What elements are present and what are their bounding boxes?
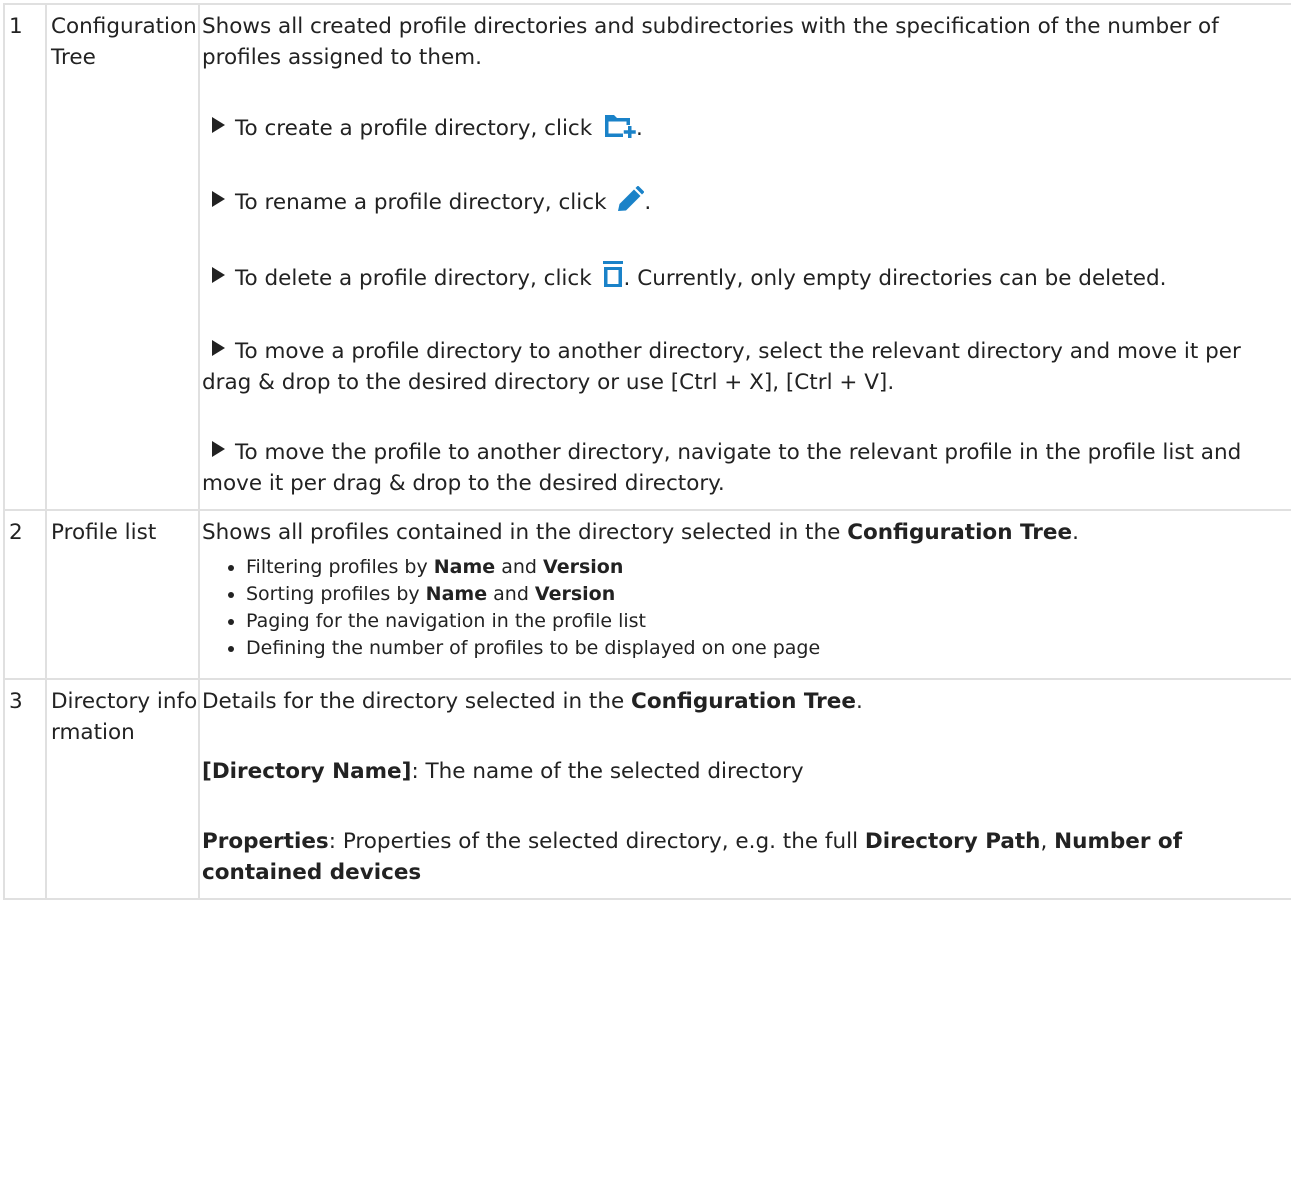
table-row: 1 Configuration Tree Shows all created p…: [3, 3, 1291, 511]
step-delete-directory: To delete a profile directory, click . C…: [202, 260, 1287, 297]
play-arrow-icon: [212, 441, 225, 457]
step-create-directory: To create a profile directory, click .: [202, 112, 1287, 147]
folder-add-icon: [602, 112, 636, 147]
play-arrow-icon: [212, 340, 225, 356]
ui-elements-table: 1 Configuration Tree Shows all created p…: [3, 3, 1291, 900]
play-arrow-icon: [212, 117, 225, 133]
description-text: Details for the directory selected in th…: [202, 689, 863, 714]
table-row: 3 Directory information Details for the …: [3, 678, 1291, 900]
table-row: 2 Profile list Shows all profiles contai…: [3, 509, 1291, 680]
field-directory-name: [Directory Name]: The name of the select…: [202, 759, 804, 784]
area-description: Shows all profiles contained in the dire…: [198, 509, 1291, 680]
list-item: Paging for the navigation in the profile…: [246, 608, 1287, 635]
step-move-directory: To move a profile directory to another d…: [202, 339, 1241, 395]
step-rename-directory: To rename a profile directory, click .: [202, 185, 1287, 221]
row-number: 3: [3, 678, 47, 900]
trash-icon: [602, 260, 624, 297]
description-text: Shows all created profile directories an…: [202, 14, 1219, 70]
pencil-icon: [616, 185, 645, 221]
list-item: Defining the number of profiles to be di…: [246, 635, 1287, 662]
row-number: 2: [3, 509, 47, 680]
area-description: Shows all created profile directories an…: [198, 3, 1291, 511]
step-move-profile: To move the profile to another directory…: [202, 440, 1242, 496]
description-text: Shows all profiles contained in the dire…: [202, 520, 1079, 545]
area-name: Directory information: [45, 678, 200, 900]
feature-list: Filtering profiles by Name and Version S…: [202, 554, 1287, 662]
play-arrow-icon: [212, 191, 225, 207]
list-item: Filtering profiles by Name and Version: [246, 554, 1287, 581]
play-arrow-icon: [212, 267, 225, 283]
field-properties: Properties: Properties of the selected d…: [202, 829, 1183, 885]
area-description: Details for the directory selected in th…: [198, 678, 1291, 900]
area-name: Configuration Tree: [45, 3, 200, 511]
area-name: Profile list: [45, 509, 200, 680]
list-item: Sorting profiles by Name and Version: [246, 581, 1287, 608]
row-number: 1: [3, 3, 47, 511]
